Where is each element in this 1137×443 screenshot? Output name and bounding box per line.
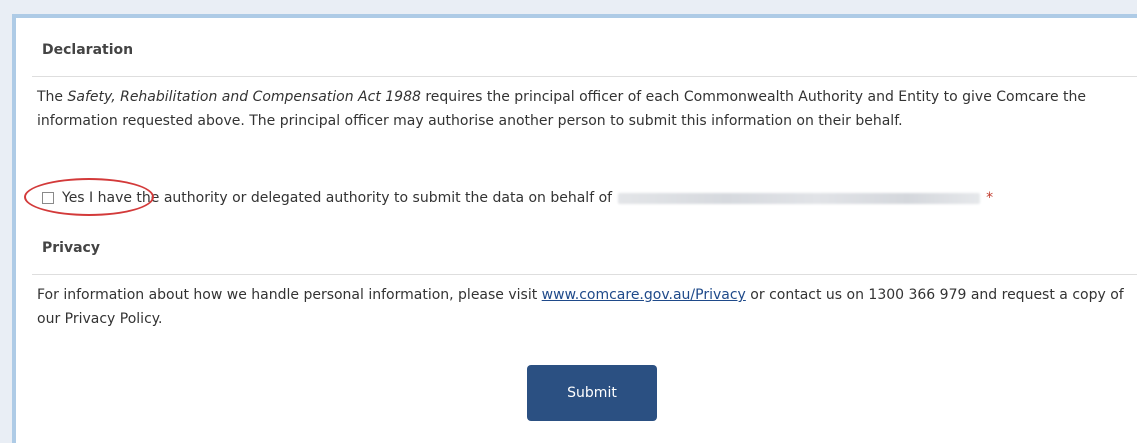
authority-checkbox[interactable] (42, 192, 54, 204)
required-marker: * (986, 190, 994, 206)
privacy-link[interactable]: www.comcare.gov.au/Privacy (542, 287, 746, 303)
authority-checkbox-label: Yes I have the authority or delegated au… (62, 190, 613, 206)
declaration-panel: Declaration The Safety, Rehabilitation a… (12, 14, 1137, 443)
divider (32, 76, 1137, 77)
privacy-text-prefix: For information about how we handle pers… (37, 287, 542, 303)
submit-button[interactable]: Submit (527, 365, 657, 421)
divider (32, 274, 1137, 275)
declaration-text-prefix: The (37, 89, 68, 105)
authority-checkbox-row[interactable]: Yes I have the authority or delegated au… (42, 190, 993, 206)
declaration-heading: Declaration (42, 42, 134, 58)
act-name: Safety, Rehabilitation and Compensation … (67, 89, 421, 105)
redacted-entity-name (618, 192, 981, 204)
declaration-text: The Safety, Rehabilitation and Compensat… (37, 85, 1131, 133)
privacy-heading: Privacy (42, 240, 100, 256)
privacy-text: For information about how we handle pers… (37, 283, 1131, 331)
